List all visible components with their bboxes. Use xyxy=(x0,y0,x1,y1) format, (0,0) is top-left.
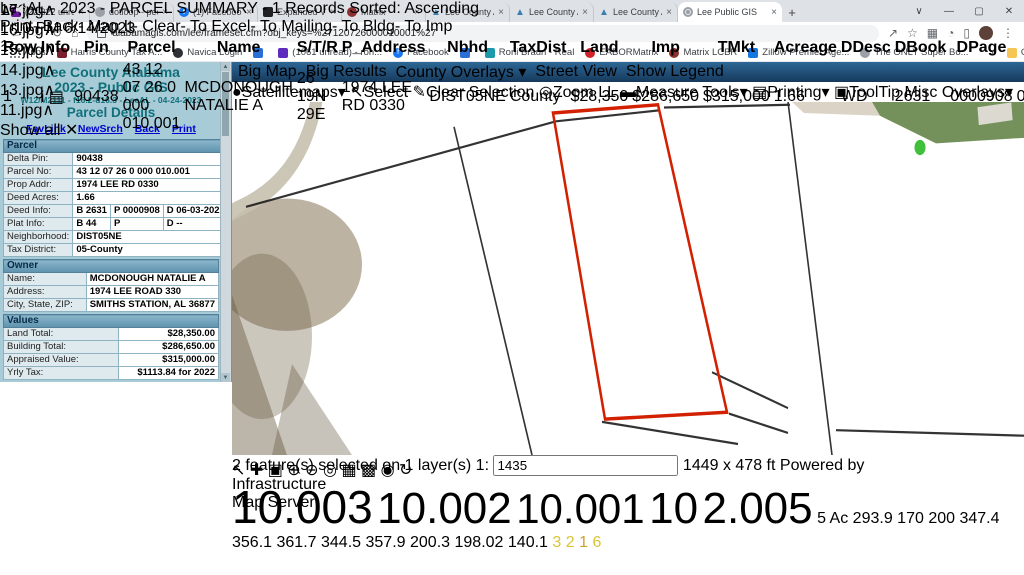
lot-number-label: 2 xyxy=(566,534,575,551)
taskbar: ∧ 1:10 PM 6/14/2023 1 xyxy=(0,0,1024,56)
chevron-up-icon[interactable]: ∧ xyxy=(44,62,56,79)
notification-badge: 1 xyxy=(0,38,9,55)
parcel-section-header: Parcel xyxy=(4,140,229,153)
owner-section: Owner Name:MCDONOUGH NATALIE A Address:1… xyxy=(3,259,219,312)
show-all-button[interactable]: Show all xyxy=(0,122,60,139)
download-item[interactable]: 11.jpg∧ xyxy=(0,100,1024,120)
dimension-label: 361.7 xyxy=(277,534,317,551)
owner-section-header: Owner xyxy=(4,260,219,273)
taskbar-clock[interactable]: 1:10 PM 6/14/2023 xyxy=(0,20,1024,38)
dimension-label: 140.1 xyxy=(508,534,548,551)
dimension-label: 293.9 xyxy=(853,510,893,527)
chevron-up-icon[interactable]: ∧ xyxy=(44,82,56,99)
dimension-label: 200.3 xyxy=(410,534,450,551)
acreage-label: 5 Ac xyxy=(817,510,848,527)
screen: (22,322 unrea× dotloop - peo× f(1) Faceb… xyxy=(0,0,1024,575)
values-section: Values Land Total:$28,350.00 Building To… xyxy=(3,314,219,380)
powered-by-text: Powered by xyxy=(780,457,865,474)
parcel-no-value: 43 12 07 26 0 000 010.001 xyxy=(73,166,229,179)
deed-acres-value: 1.66 xyxy=(73,192,229,205)
parcel-section: Parcel Delta Pin:90438 Parcel No:43 12 0… xyxy=(3,139,229,257)
speaker-icon[interactable] xyxy=(16,4,28,15)
map-status-bar: 2 feature(s) selected on 1 layer(s) 1: 1… xyxy=(232,455,1024,512)
hidden-icons-chevron[interactable]: ∧ xyxy=(0,2,12,19)
notification-icon[interactable]: 1 xyxy=(0,38,1024,56)
prop-addr-value: 1974 LEE RD 0330 xyxy=(73,179,229,192)
delta-pin-value: 90438 xyxy=(73,153,229,166)
dimension-label: 357.9 xyxy=(366,534,406,551)
downloads-close-icon[interactable]: ✕ xyxy=(65,122,78,139)
scale-input[interactable] xyxy=(493,455,678,476)
download-item[interactable]: 13.jpg∧ xyxy=(0,80,1024,100)
extent-readout: 1449 x 478 ft xyxy=(683,457,776,474)
dimension-label: 356.1 xyxy=(232,534,272,551)
dimension-label: 198.02 xyxy=(455,534,504,551)
dimension-label: 170 xyxy=(897,510,924,527)
dimension-label: 347.4 xyxy=(959,510,999,527)
values-section-header: Values xyxy=(4,315,219,328)
lot-number-label: 6 xyxy=(592,534,601,551)
lot-number-label: 1 xyxy=(579,534,588,551)
scroll-down-icon[interactable]: ▼ xyxy=(221,373,230,382)
download-item[interactable]: 14.jpg∧ xyxy=(0,60,1024,80)
dimension-label: 344.5 xyxy=(321,534,361,551)
lot-number-label: 3 xyxy=(552,534,561,551)
chevron-up-icon[interactable]: ∧ xyxy=(42,102,54,119)
aerial-map-graphics xyxy=(232,102,1024,455)
dimension-label: 200 xyxy=(928,510,955,527)
infrastructure-map-server-logo: Infrastructure Map Server xyxy=(232,476,1024,512)
map-canvas[interactable]: ↖ ✚ ▣ ⊕ ⊖ ◎ ▦ ▩ ◉ ↻ 10.003 10.002 10.001… xyxy=(232,102,1024,455)
owner-name-value: MCDONOUGH NATALIE A xyxy=(86,273,218,286)
selection-status: 2 feature(s) selected on 1 layer(s) xyxy=(232,457,471,474)
scale-prefix: 1: xyxy=(476,457,489,474)
